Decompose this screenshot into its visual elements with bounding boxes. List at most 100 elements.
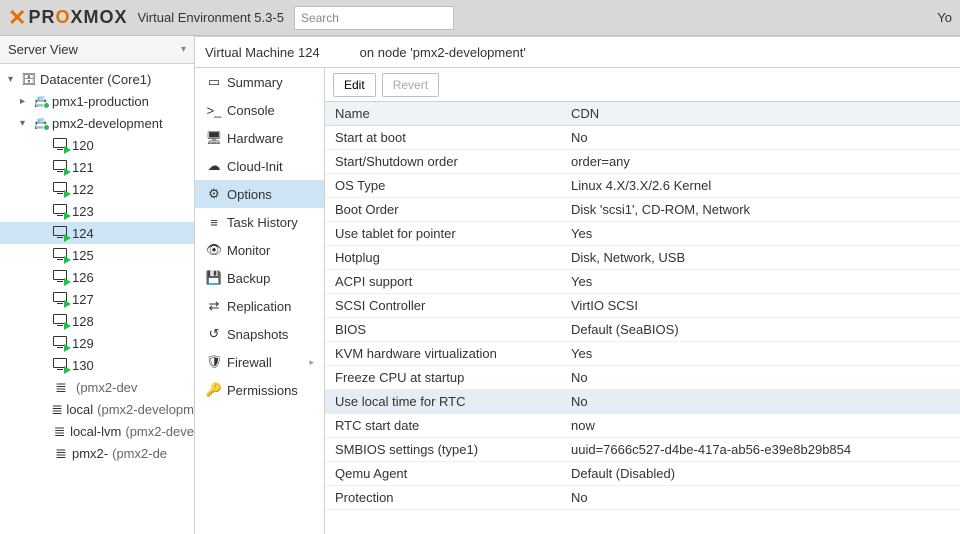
chevron-down-icon: ▾	[181, 44, 186, 55]
node-icon	[32, 117, 50, 130]
subnav-label: Snapshots	[227, 327, 288, 342]
tree-vm[interactable]: 128	[0, 310, 194, 332]
tree-datacenter[interactable]: ▾ Datacenter (Core1)	[0, 68, 194, 90]
option-row[interactable]: Start at boot No	[325, 126, 960, 150]
tree-vm[interactable]: 129	[0, 332, 194, 354]
storage-label: pmx2-	[72, 446, 108, 461]
subnav-label: Firewall	[227, 355, 272, 370]
env-label: Virtual Environment 5.3-5	[137, 10, 283, 25]
option-name: SCSI Controller	[325, 298, 567, 313]
storage-suffix: (pmx2-de	[112, 446, 167, 461]
option-name: KVM hardware virtualization	[325, 346, 567, 361]
datacenter-icon	[20, 72, 38, 86]
monitor-icon: 👁	[205, 242, 223, 258]
subnav-label: Backup	[227, 271, 270, 286]
edit-button[interactable]: Edit	[333, 73, 376, 97]
option-value: Yes	[567, 346, 960, 361]
tree-node[interactable]: ▸ pmx1-production	[0, 90, 194, 112]
subnav-firewall[interactable]: 🛡 Firewall ▸	[195, 348, 324, 376]
option-name: Freeze CPU at startup	[325, 370, 567, 385]
subnav-task-history[interactable]: ≡ Task History	[195, 208, 324, 236]
tree-vm[interactable]: 120	[0, 134, 194, 156]
option-row[interactable]: ACPI support Yes	[325, 270, 960, 294]
tree-vm[interactable]: 126	[0, 266, 194, 288]
storage-icon	[51, 423, 68, 440]
tree-vm[interactable]: 123	[0, 200, 194, 222]
tree-vm[interactable]: 124	[0, 222, 194, 244]
subnav-label: Monitor	[227, 243, 270, 258]
option-value: Disk, Network, USB	[567, 250, 960, 265]
collapse-icon[interactable]: ▾	[8, 74, 20, 85]
subnav-backup[interactable]: 💾 Backup	[195, 264, 324, 292]
option-row[interactable]: Use local time for RTC No	[325, 390, 960, 414]
tree-node[interactable]: ▾ pmx2-development	[0, 112, 194, 134]
expand-icon[interactable]: ▸	[20, 96, 32, 107]
option-row[interactable]: RTC start date now	[325, 414, 960, 438]
subnav-monitor[interactable]: 👁 Monitor	[195, 236, 324, 264]
subnav-snapshots[interactable]: ↺ Snapshots	[195, 320, 324, 348]
options-icon: ⚙	[205, 186, 223, 202]
option-row[interactable]: OS Type Linux 4.X/3.X/2.6 Kernel	[325, 174, 960, 198]
tree-vm[interactable]: 125	[0, 244, 194, 266]
vm-label: 127	[72, 292, 94, 307]
tree-storage[interactable]: local-lvm (pmx2-deve	[0, 420, 194, 442]
option-value: No	[567, 394, 960, 409]
tree-vm[interactable]: 121	[0, 156, 194, 178]
option-row[interactable]: Hotplug Disk, Network, USB	[325, 246, 960, 270]
chevron-right-icon: ▸	[309, 357, 314, 368]
vm-label: 124	[72, 226, 94, 241]
option-name: BIOS	[325, 322, 567, 337]
search-input[interactable]: Search	[294, 6, 454, 30]
option-row[interactable]: Freeze CPU at startup No	[325, 366, 960, 390]
subnav-replication[interactable]: ⇄ Replication	[195, 292, 324, 320]
tree-storage[interactable]: pmx2- (pmx2-de	[0, 442, 194, 464]
tree-vm[interactable]: 130	[0, 354, 194, 376]
option-row[interactable]: Use tablet for pointer Yes	[325, 222, 960, 246]
revert-button[interactable]: Revert	[382, 73, 439, 97]
console-icon: >_	[205, 103, 223, 118]
option-name: Use tablet for pointer	[325, 226, 567, 241]
brand-prefix: PR	[28, 7, 55, 27]
subnav-cloud-init[interactable]: ☁ Cloud-Init	[195, 152, 324, 180]
datacenter-label: Datacenter (Core1)	[40, 72, 151, 87]
tree-storage[interactable]: local (pmx2-developm	[0, 398, 194, 420]
option-value: Linux 4.X/3.X/2.6 Kernel	[567, 178, 960, 193]
option-name: SMBIOS settings (type1)	[325, 442, 567, 457]
vm-icon	[52, 248, 70, 262]
logo-text: PROXMOX	[28, 7, 127, 28]
option-value: order=any	[567, 154, 960, 169]
subnav-console[interactable]: >_ Console	[195, 96, 324, 124]
collapse-icon[interactable]: ▾	[20, 118, 32, 129]
tree-storage[interactable]: (pmx2-dev	[0, 376, 194, 398]
subnav-summary[interactable]: ▭ Summary	[195, 68, 324, 96]
cloud-icon: ☁	[205, 158, 223, 174]
vm-label: 120	[72, 138, 94, 153]
option-row[interactable]: Qemu Agent Default (Disabled)	[325, 462, 960, 486]
option-row[interactable]: Boot Order Disk 'scsi1', CD-ROM, Network	[325, 198, 960, 222]
option-row[interactable]: SMBIOS settings (type1) uuid=7666c527-d4…	[325, 438, 960, 462]
option-row[interactable]: SCSI Controller VirtIO SCSI	[325, 294, 960, 318]
option-name: Protection	[325, 490, 567, 505]
snapshots-icon: ↺	[205, 326, 223, 342]
content-header: Virtual Machine 124 on node 'pmx2-develo…	[195, 37, 960, 67]
logo: ✕ PROXMOX	[8, 5, 127, 31]
backup-icon: 💾	[205, 270, 223, 286]
main: Server View ▾ ▾ Datacenter (Core1) ▸ pmx…	[0, 36, 960, 534]
tree-vm[interactable]: 127	[0, 288, 194, 310]
option-value: No	[567, 370, 960, 385]
subnav-label: Summary	[227, 75, 283, 90]
subnav-hardware[interactable]: 🖥 Hardware	[195, 124, 324, 152]
summary-icon: ▭	[205, 74, 223, 90]
option-name: Start/Shutdown order	[325, 154, 567, 169]
option-row[interactable]: KVM hardware virtualization Yes	[325, 342, 960, 366]
subnav-permissions[interactable]: 🔑 Permissions	[195, 376, 324, 404]
firewall-icon: 🛡	[205, 354, 223, 370]
option-row[interactable]: Start/Shutdown order order=any	[325, 150, 960, 174]
permissions-icon: 🔑	[205, 382, 223, 398]
tree-vm[interactable]: 122	[0, 178, 194, 200]
view-selector[interactable]: Server View ▾	[0, 36, 194, 64]
option-row[interactable]: Protection No	[325, 486, 960, 510]
subnav-options[interactable]: ⚙ Options	[195, 180, 324, 208]
option-row[interactable]: BIOS Default (SeaBIOS)	[325, 318, 960, 342]
option-value: No	[567, 130, 960, 145]
